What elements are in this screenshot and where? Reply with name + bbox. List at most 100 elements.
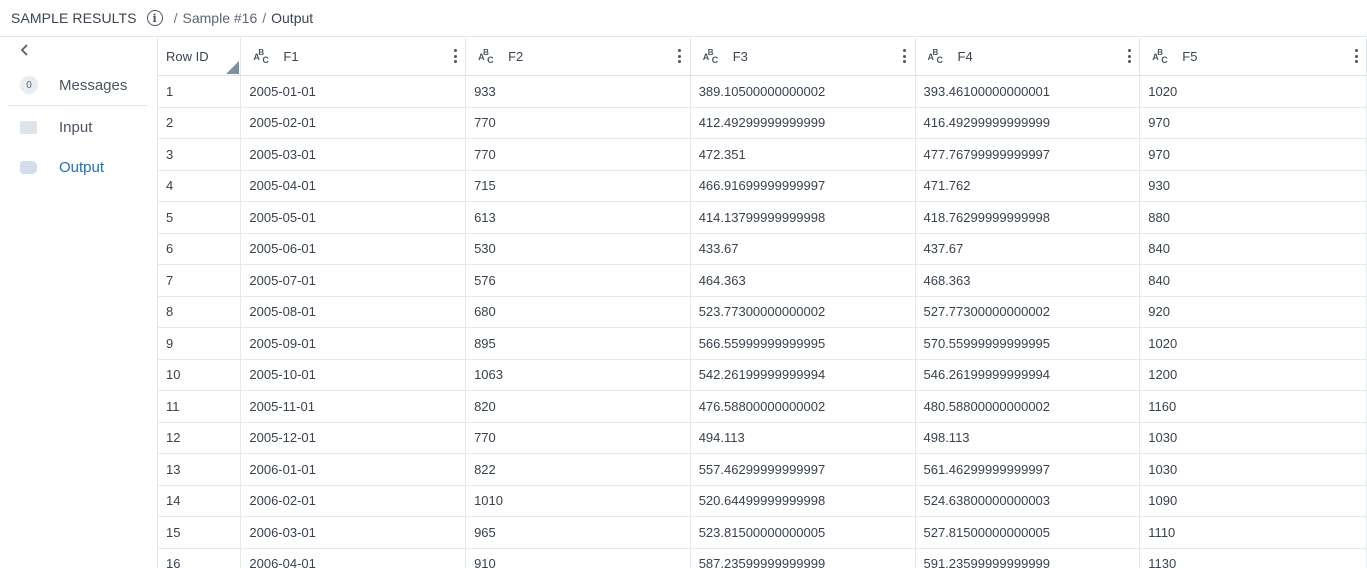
row-id-cell[interactable]: 7 bbox=[158, 264, 242, 297]
table-cell[interactable]: 965 bbox=[465, 516, 691, 549]
table-cell[interactable]: 613 bbox=[465, 201, 691, 234]
table-cell[interactable]: 464.363 bbox=[690, 264, 916, 297]
table-cell[interactable]: 418.76299999999998 bbox=[915, 201, 1141, 234]
table-cell[interactable]: 930 bbox=[1139, 170, 1367, 202]
table-cell[interactable]: 1090 bbox=[1139, 485, 1367, 517]
table-cell[interactable]: 1030 bbox=[1139, 422, 1367, 454]
table-cell[interactable]: 542.26199999999994 bbox=[690, 359, 916, 391]
table-cell[interactable]: 2005-07-01 bbox=[240, 264, 467, 297]
sidebar-item-output[interactable]: Output bbox=[20, 154, 104, 180]
table-cell[interactable]: 389.10500000000002 bbox=[690, 75, 916, 108]
row-id-cell[interactable]: 13 bbox=[158, 453, 242, 486]
table-cell[interactable]: 1020 bbox=[1139, 327, 1367, 360]
table-cell[interactable]: 2005-10-01 bbox=[240, 359, 467, 391]
table-cell[interactable]: 524.63800000000003 bbox=[915, 485, 1141, 517]
table-cell[interactable]: 587.23599999999999 bbox=[690, 548, 916, 568]
column-menu-icon[interactable] bbox=[1354, 49, 1358, 63]
table-cell[interactable]: 2005-04-01 bbox=[240, 170, 467, 202]
table-cell[interactable]: 1160 bbox=[1139, 390, 1367, 423]
table-cell[interactable]: 2005-05-01 bbox=[240, 201, 467, 234]
table-cell[interactable]: 2006-04-01 bbox=[240, 548, 467, 568]
column-header-f1[interactable]: A B C F1 bbox=[240, 38, 467, 76]
table-cell[interactable]: 970 bbox=[1139, 107, 1367, 139]
table-cell[interactable]: 477.76799999999997 bbox=[915, 138, 1141, 171]
chevron-left-icon[interactable] bbox=[20, 43, 36, 61]
column-menu-icon[interactable] bbox=[678, 49, 682, 63]
table-cell[interactable]: 498.113 bbox=[915, 422, 1141, 454]
table-cell[interactable]: 2006-03-01 bbox=[240, 516, 467, 549]
table-cell[interactable]: 466.91699999999997 bbox=[690, 170, 916, 202]
table-cell[interactable]: 770 bbox=[465, 107, 691, 139]
table-cell[interactable]: 472.351 bbox=[690, 138, 916, 171]
table-cell[interactable]: 840 bbox=[1139, 264, 1367, 297]
column-header-f3[interactable]: A B C F3 bbox=[690, 38, 916, 76]
column-menu-icon[interactable] bbox=[1127, 49, 1131, 63]
table-cell[interactable]: 920 bbox=[1139, 296, 1367, 328]
row-id-cell[interactable]: 9 bbox=[158, 327, 242, 360]
row-id-cell[interactable]: 15 bbox=[158, 516, 242, 549]
table-cell[interactable]: 468.363 bbox=[915, 264, 1141, 297]
table-cell[interactable]: 523.77300000000002 bbox=[690, 296, 916, 328]
table-cell[interactable]: 822 bbox=[465, 453, 691, 486]
row-id-cell[interactable]: 5 bbox=[158, 201, 242, 234]
table-cell[interactable]: 520.64499999999998 bbox=[690, 485, 916, 517]
table-cell[interactable]: 2006-01-01 bbox=[240, 453, 467, 486]
table-cell[interactable]: 2005-02-01 bbox=[240, 107, 467, 139]
row-id-cell[interactable]: 12 bbox=[158, 422, 242, 454]
row-id-cell[interactable]: 6 bbox=[158, 233, 242, 265]
table-cell[interactable]: 527.81500000000005 bbox=[915, 516, 1141, 549]
column-header-f2[interactable]: A B C F2 bbox=[465, 38, 691, 76]
table-cell[interactable]: 910 bbox=[465, 548, 691, 568]
table-cell[interactable]: 895 bbox=[465, 327, 691, 360]
table-cell[interactable]: 933 bbox=[465, 75, 691, 108]
table-cell[interactable]: 437.67 bbox=[915, 233, 1141, 265]
row-id-cell[interactable]: 3 bbox=[158, 138, 242, 171]
table-cell[interactable]: 471.762 bbox=[915, 170, 1141, 202]
table-cell[interactable]: 561.46299999999997 bbox=[915, 453, 1141, 486]
row-id-cell[interactable]: 4 bbox=[158, 170, 242, 202]
table-cell[interactable]: 680 bbox=[465, 296, 691, 328]
sidebar-item-messages[interactable]: 0 Messages bbox=[20, 72, 127, 98]
row-id-cell[interactable]: 16 bbox=[158, 548, 242, 568]
table-cell[interactable]: 715 bbox=[465, 170, 691, 202]
table-cell[interactable]: 494.113 bbox=[690, 422, 916, 454]
table-cell[interactable]: 412.49299999999999 bbox=[690, 107, 916, 139]
table-cell[interactable]: 880 bbox=[1139, 201, 1367, 234]
sidebar-item-input[interactable]: Input bbox=[20, 114, 92, 140]
table-cell[interactable]: 416.49299999999999 bbox=[915, 107, 1141, 139]
table-cell[interactable]: 1063 bbox=[465, 359, 691, 391]
table-cell[interactable]: 1030 bbox=[1139, 453, 1367, 486]
table-cell[interactable]: 480.58800000000002 bbox=[915, 390, 1141, 423]
table-cell[interactable]: 2005-08-01 bbox=[240, 296, 467, 328]
info-icon[interactable]: i bbox=[146, 10, 163, 26]
table-cell[interactable]: 2005-09-01 bbox=[240, 327, 467, 360]
table-cell[interactable]: 1110 bbox=[1139, 516, 1367, 549]
table-cell[interactable]: 557.46299999999997 bbox=[690, 453, 916, 486]
table-cell[interactable]: 570.55999999999995 bbox=[915, 327, 1141, 360]
table-cell[interactable]: 2005-11-01 bbox=[240, 390, 467, 423]
column-header-rowid[interactable]: Row ID bbox=[158, 38, 242, 76]
row-id-cell[interactable]: 1 bbox=[158, 75, 242, 108]
row-id-cell[interactable]: 11 bbox=[158, 390, 242, 423]
table-cell[interactable]: 970 bbox=[1139, 138, 1367, 171]
table-cell[interactable]: 433.67 bbox=[690, 233, 916, 265]
table-cell[interactable]: 2005-01-01 bbox=[240, 75, 467, 108]
table-cell[interactable]: 2005-03-01 bbox=[240, 138, 467, 171]
table-cell[interactable]: 840 bbox=[1139, 233, 1367, 265]
table-cell[interactable]: 576 bbox=[465, 264, 691, 297]
table-cell[interactable]: 546.26199999999994 bbox=[915, 359, 1141, 391]
table-cell[interactable]: 1010 bbox=[465, 485, 691, 517]
column-menu-icon[interactable] bbox=[903, 49, 907, 63]
table-cell[interactable]: 770 bbox=[465, 422, 691, 454]
table-cell[interactable]: 566.55999999999995 bbox=[690, 327, 916, 360]
row-id-cell[interactable]: 14 bbox=[158, 485, 242, 517]
table-cell[interactable]: 530 bbox=[465, 233, 691, 265]
row-id-cell[interactable]: 10 bbox=[158, 359, 242, 391]
sort-corner-icon[interactable] bbox=[226, 61, 240, 74]
table-cell[interactable]: 527.77300000000002 bbox=[915, 296, 1141, 328]
table-cell[interactable]: 414.13799999999998 bbox=[690, 201, 916, 234]
column-header-f4[interactable]: A B C F4 bbox=[915, 38, 1141, 76]
table-cell[interactable]: 393.46100000000001 bbox=[915, 75, 1141, 108]
table-cell[interactable]: 1200 bbox=[1139, 359, 1367, 391]
table-cell[interactable]: 476.58800000000002 bbox=[690, 390, 916, 423]
